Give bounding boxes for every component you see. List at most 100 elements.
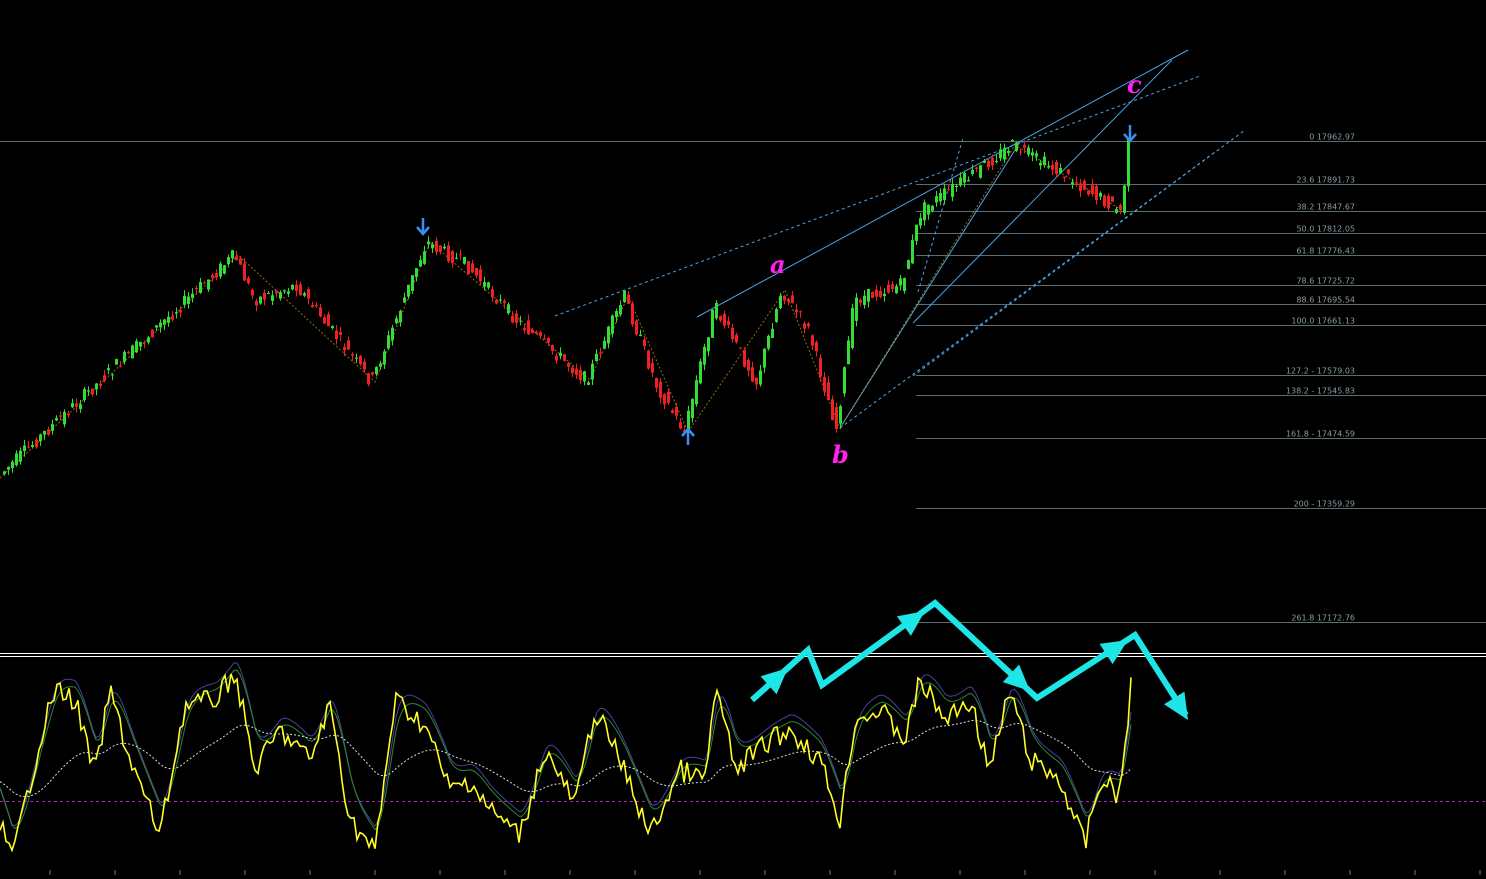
candle-body [975,167,978,170]
fractal-down-arrow-icon [1123,125,1137,143]
candle-body [791,295,794,303]
candle-body [59,415,62,417]
candle-body [391,327,394,341]
candle-body [155,325,158,328]
candle-body [951,184,954,197]
candle-body [79,404,82,410]
candle-body [515,313,518,323]
candle-body [1099,192,1102,197]
candle-body [735,334,738,343]
candle-body [647,350,650,369]
candle-body [51,424,54,431]
candle-body [919,218,922,226]
candle-body [811,335,814,346]
wave-label-b: b [832,440,849,469]
candle-body [595,353,598,362]
candle-body [531,329,534,333]
candle-body [39,434,42,442]
candle-body [23,445,26,451]
candle-body [879,290,882,298]
candle-body [527,320,530,335]
candle-body [1047,166,1050,168]
candle-body [575,369,578,375]
candle-body [191,293,194,299]
wave-labels: a b c [770,70,1142,469]
candle-body [255,300,258,306]
candle-body [947,188,950,190]
candle-body [755,377,758,385]
candle-body [823,376,826,392]
candle-body [103,375,106,381]
candle-body [479,269,482,282]
candle-body [771,328,774,339]
candle-body [659,381,662,398]
candle-body [819,357,822,377]
candle-body [407,284,410,297]
candle-body [263,292,266,300]
candle-body [939,193,942,202]
candle-body [1103,195,1106,207]
candle-body [223,265,226,274]
cyan-forecast-path [750,599,1189,720]
candle-body [815,341,818,352]
candle-body [859,299,862,303]
candle-body [331,325,334,329]
candle-body [287,291,290,294]
candle-body [615,311,618,318]
fib-level-label: 127.2 - 17579.03 [1286,367,1355,376]
oscillator-main-line [0,673,1132,853]
candle-body [967,180,970,182]
candle-body [367,373,370,385]
candle-body [935,196,938,203]
candle-body [1115,208,1118,213]
candle-body [1019,151,1022,153]
candle-body [343,346,346,351]
candle-body [323,317,326,324]
oscillator-pane [0,662,1486,875]
candle-body [707,337,710,352]
candle-body [303,293,306,296]
candle-body [867,288,870,302]
candle-body [203,282,206,284]
candle-body [279,292,282,299]
candle-body [503,300,506,304]
candle-body [247,278,250,284]
candle-body [123,351,126,362]
candle-body [855,297,858,321]
candle-body [591,363,594,380]
candle-body [787,299,790,302]
cyan-arrow-head-icon [896,611,925,636]
candle-body [999,149,1002,159]
candle-body [799,311,802,313]
candle-body [7,466,10,470]
candle-body [995,160,998,163]
candle-body [543,338,546,340]
candle-body [767,335,770,349]
candle-body [747,359,750,371]
candle-body [1071,182,1074,185]
candle-body [887,284,890,293]
candle-body [807,323,810,327]
candle-body [1059,167,1062,174]
fib-level-label: 78.6 17725.72 [1296,277,1355,286]
candle-body [291,284,294,290]
candle-body [555,355,558,361]
candle-body [371,372,374,375]
candle-body [1091,184,1094,195]
candle-body [251,289,254,296]
candle-body [851,307,854,349]
pane-separator[interactable] [0,653,1486,657]
candle-body [547,337,550,343]
candle-body [95,383,98,390]
candle-body [87,390,90,392]
candle-body [427,241,430,245]
candle-body [15,453,18,466]
candle-body [215,272,218,278]
candle-body [611,315,614,334]
candle-body [1119,205,1122,211]
candle-body [275,290,278,294]
candle-body [475,268,478,276]
candle-body [243,263,246,281]
candle-body [455,257,458,259]
candle-body [991,158,994,166]
